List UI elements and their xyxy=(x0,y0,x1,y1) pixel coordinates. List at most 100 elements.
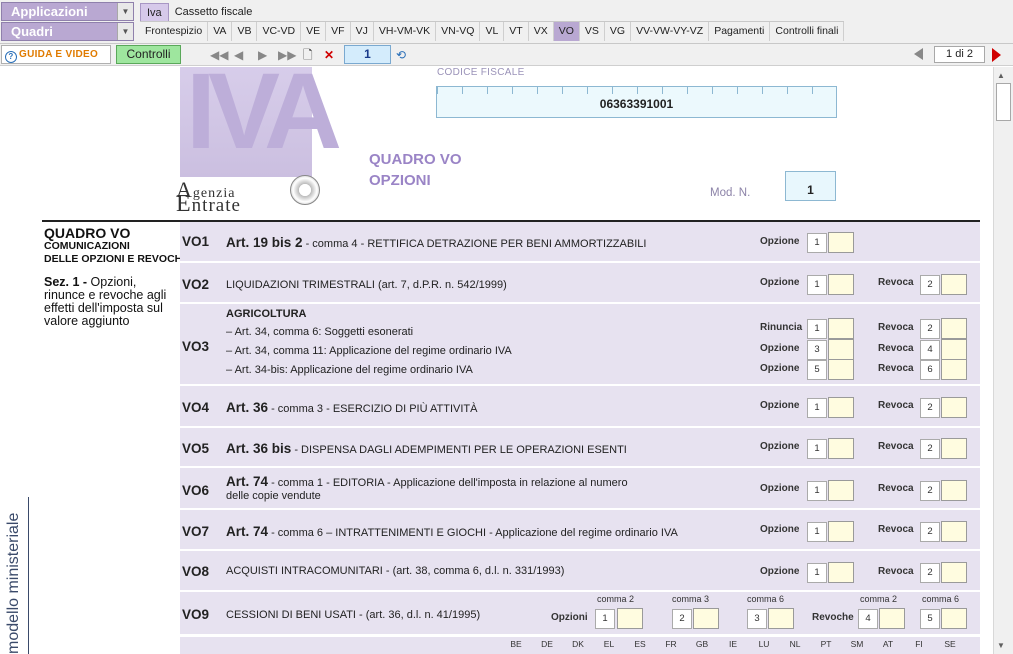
vo3-rinuncia-checkbox[interactable] xyxy=(828,318,854,339)
scroll-down-icon[interactable]: ▼ xyxy=(997,641,1005,650)
tab-quadro-frontespizio[interactable]: Frontespizio xyxy=(140,22,209,41)
field-number: 2 xyxy=(920,522,940,542)
vo8-revoca-checkbox[interactable] xyxy=(941,562,967,583)
controlli-button[interactable]: Controlli xyxy=(116,45,181,64)
codice-fiscale-label: CODICE FISCALE xyxy=(437,67,525,78)
row-code: VO4 xyxy=(182,400,210,415)
scroll-up-icon[interactable]: ▲ xyxy=(997,71,1005,80)
tab-quadro-vg[interactable]: VG xyxy=(605,22,632,41)
vo4-opzione-checkbox[interactable] xyxy=(828,397,854,418)
row-code: VO9 xyxy=(182,607,210,622)
vo6-opzione-checkbox[interactable] xyxy=(828,480,854,501)
vo9-comma2-revoca-checkbox[interactable] xyxy=(879,608,905,629)
page-number-input[interactable]: 1 xyxy=(344,45,391,64)
vo7-revoca-checkbox[interactable] xyxy=(941,521,967,542)
tab-cassetto-fiscale[interactable]: Cassetto fiscale xyxy=(169,3,259,21)
new-page-icon[interactable]: 🗋 xyxy=(303,47,313,63)
tab-quadro-vh-vm-vk[interactable]: VH-VM-VK xyxy=(374,22,437,41)
mod-n-label: Mod. N. xyxy=(710,187,751,199)
row-description: CESSIONI DI BENI USATI - (art. 36, d.l. … xyxy=(226,609,481,621)
tab-quadro-vo[interactable]: VO xyxy=(553,22,580,41)
tab-quadro-vv-vw-vy-vz[interactable]: VV-VW-VY-VZ xyxy=(631,22,710,41)
next-page-icon[interactable]: ▶ xyxy=(258,47,267,63)
vo3-revoca2-checkbox[interactable] xyxy=(941,339,967,360)
vo5-revoca-checkbox[interactable] xyxy=(941,438,967,459)
tab-quadro-vs[interactable]: VS xyxy=(580,22,605,41)
side-subtitle-1: COMUNICAZIONI xyxy=(44,240,130,252)
opzione-label: Opzione xyxy=(760,441,800,452)
field-number: 1 xyxy=(807,522,827,542)
side-subtitle-2: DELLE OPZIONI E REVOCHE xyxy=(44,253,190,265)
vo2-opzione-checkbox[interactable] xyxy=(828,274,854,295)
mod-n-field[interactable]: 1 xyxy=(785,171,836,201)
tab-quadro-vl[interactable]: VL xyxy=(480,22,505,41)
prev-module-icon[interactable] xyxy=(914,48,923,60)
tab-quadro-vx[interactable]: VX xyxy=(529,22,554,41)
field-number: 4 xyxy=(858,609,878,629)
opzione-label: Opzione xyxy=(760,363,800,374)
vo9-comma3-opzione-checkbox[interactable] xyxy=(693,608,719,629)
guida-label: GUIDA E VIDEO xyxy=(19,49,99,60)
delete-page-icon[interactable]: ✕ xyxy=(324,47,334,63)
scroll-thumb[interactable] xyxy=(996,83,1011,121)
opzione-label: Opzione xyxy=(760,343,800,354)
menu-bar: Applicazioni ▼ Quadri ▼ Iva Cassetto fis… xyxy=(0,0,1013,44)
chevron-down-icon[interactable]: ▼ xyxy=(117,23,133,40)
tab-quadro-vf[interactable]: VF xyxy=(326,22,351,41)
vo2-revoca-checkbox[interactable] xyxy=(941,274,967,295)
vo1-opzione-checkbox[interactable] xyxy=(828,232,854,253)
section-description: Sez. 1 - Opzioni, rinunce e revoche agli… xyxy=(44,275,167,328)
vo8-opzione-checkbox[interactable] xyxy=(828,562,854,583)
prev-page-icon[interactable]: ◀ xyxy=(234,47,243,63)
tab-quadro-vt[interactable]: VT xyxy=(504,22,529,41)
vo3-opzione2-checkbox[interactable] xyxy=(828,359,854,380)
tab-quadro-vn-vq[interactable]: VN-VQ xyxy=(436,22,481,41)
revoca-label: Revoca xyxy=(878,483,914,494)
tab-quadro-ve[interactable]: VE xyxy=(301,22,327,41)
vo5-opzione-checkbox[interactable] xyxy=(828,438,854,459)
field-number: 1 xyxy=(807,398,827,418)
row-description: ACQUISTI INTRACOMUNITARI - (art. 38, com… xyxy=(226,565,565,577)
tab-quadro-vb[interactable]: VB xyxy=(232,22,258,41)
last-page-icon[interactable]: ▶▶ xyxy=(278,47,296,63)
tab-quadro-controlli finali[interactable]: Controlli finali xyxy=(770,22,845,41)
revoca-label: Revoca xyxy=(878,277,914,288)
vo3-revoca3-checkbox[interactable] xyxy=(941,359,967,380)
tab-quadro-va[interactable]: VA xyxy=(208,22,233,41)
row-vo9: VO9 CESSIONI DI BENI USATI - (art. 36, d… xyxy=(180,592,980,636)
guida-video-button[interactable]: ? GUIDA E VIDEO xyxy=(1,45,111,64)
field-number: 1 xyxy=(807,481,827,501)
side-title: QUADRO VO xyxy=(44,225,131,241)
row-description: LIQUIDAZIONI TRIMESTRALI (art. 7, d.P.R.… xyxy=(226,279,507,291)
vo3-opzione1-checkbox[interactable] xyxy=(828,339,854,360)
first-page-icon[interactable]: ◀◀ xyxy=(210,47,228,63)
country-code-label: BE xyxy=(510,639,522,649)
chevron-down-icon[interactable]: ▼ xyxy=(117,3,133,20)
country-code-label: EL xyxy=(603,639,615,649)
vo4-revoca-checkbox[interactable] xyxy=(941,397,967,418)
field-number: 3 xyxy=(747,609,767,629)
field-number: 2 xyxy=(920,481,940,501)
tab-quadro-vj[interactable]: VJ xyxy=(351,22,374,41)
tab-iva[interactable]: Iva xyxy=(140,3,169,21)
row-code: VO5 xyxy=(182,441,210,456)
tab-quadro-vc-vd[interactable]: VC-VD xyxy=(257,22,302,41)
vo3-revoca1-checkbox[interactable] xyxy=(941,318,967,339)
tab-quadro-pagamenti[interactable]: Pagamenti xyxy=(709,22,771,41)
next-module-icon[interactable] xyxy=(992,48,1001,62)
codice-fiscale-field[interactable]: 06363391001 xyxy=(436,86,837,118)
vo9-comma2-opzione-checkbox[interactable] xyxy=(617,608,643,629)
row-code: VO8 xyxy=(182,564,210,579)
field-number: 2 xyxy=(920,319,940,339)
opzione-label: Opzione xyxy=(760,236,800,247)
vo9-comma6-opzione-checkbox[interactable] xyxy=(768,608,794,629)
country-code-label: NL xyxy=(789,639,801,649)
vo6-revoca-checkbox[interactable] xyxy=(941,480,967,501)
vo9-comma6-revoca-checkbox[interactable] xyxy=(941,608,967,629)
applicazioni-dropdown[interactable]: Applicazioni ▼ xyxy=(1,2,134,21)
vertical-scrollbar[interactable]: ▲ ▼ xyxy=(993,67,1013,654)
vo7-opzione-checkbox[interactable] xyxy=(828,521,854,542)
field-ticks xyxy=(437,87,836,94)
quadri-dropdown[interactable]: Quadri ▼ xyxy=(1,22,134,41)
refresh-icon[interactable]: ⟲ xyxy=(396,47,406,63)
